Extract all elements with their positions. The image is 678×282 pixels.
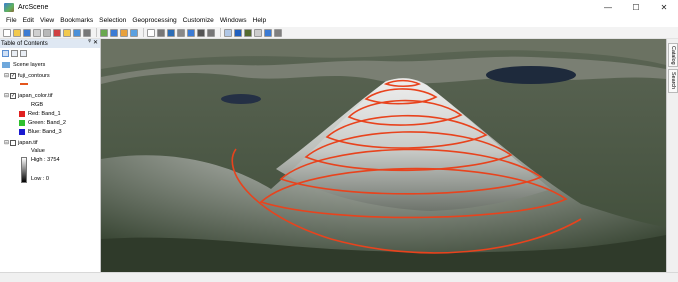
catalog-tab[interactable]: Catalog bbox=[668, 43, 678, 67]
layer-fuji-contours[interactable]: ⊟ ✓ fuji_contours bbox=[4, 72, 50, 79]
menu-view[interactable]: View bbox=[37, 17, 57, 24]
small-lake-shape bbox=[221, 94, 261, 104]
status-bar bbox=[0, 272, 678, 282]
band-label: Blue: Band_3 bbox=[28, 129, 62, 135]
band-label: Red: Band_1 bbox=[28, 111, 61, 117]
pan-icon[interactable] bbox=[187, 28, 195, 37]
select-features-icon[interactable] bbox=[207, 28, 215, 37]
band-blue-row[interactable]: Blue: Band_3 bbox=[19, 129, 62, 135]
search-tab-label: Search bbox=[670, 72, 676, 90]
zoom-in-icon[interactable] bbox=[167, 28, 175, 37]
main-toolbar bbox=[0, 27, 678, 39]
layer-japan-tif[interactable]: ⊟ japan.tif bbox=[4, 139, 38, 146]
band-label: Green: Band_2 bbox=[28, 120, 66, 126]
cut-icon[interactable] bbox=[43, 28, 51, 37]
elevation-color-ramp[interactable] bbox=[21, 157, 27, 183]
toc-toolbar bbox=[0, 48, 100, 58]
layer-japan-color[interactable]: ⊟ ✓ japan_color.tif bbox=[4, 92, 53, 99]
window-title: ArcScene bbox=[18, 3, 49, 11]
more-tools-icon[interactable] bbox=[274, 28, 282, 37]
layer-visibility-checkbox[interactable] bbox=[10, 139, 16, 146]
find-icon[interactable] bbox=[234, 28, 242, 37]
menu-windows[interactable]: Windows bbox=[217, 17, 250, 24]
legend-title: Value bbox=[31, 148, 45, 154]
layer-name: japan_color.tif bbox=[18, 92, 53, 99]
arcscene-app-icon bbox=[4, 2, 14, 12]
band-red-row[interactable]: Red: Band_1 bbox=[19, 111, 61, 117]
menu-edit[interactable]: Edit bbox=[20, 17, 37, 24]
scene-layers-icon bbox=[2, 62, 10, 68]
toolbar-separator bbox=[96, 28, 97, 37]
pin-icon[interactable]: ᵠ bbox=[88, 39, 91, 45]
menu-geoprocessing[interactable]: Geoprocessing bbox=[129, 17, 179, 24]
toc-close-icon[interactable]: ✕ bbox=[93, 39, 98, 46]
measure-icon[interactable] bbox=[244, 28, 252, 37]
table-of-contents-panel: Table of Contents ᵠ ✕ Scene layers ⊟ ✓ f… bbox=[0, 39, 101, 272]
toolbar-separator bbox=[143, 28, 144, 37]
layer-visibility-checkbox[interactable]: ✓ bbox=[10, 72, 16, 79]
toc-title: Table of Contents bbox=[1, 40, 48, 47]
right-dock: Catalog Search bbox=[666, 39, 678, 272]
full-extent-icon[interactable] bbox=[197, 28, 205, 37]
swipe-icon[interactable] bbox=[254, 28, 262, 37]
scene-viewport[interactable] bbox=[101, 39, 666, 272]
navigate-icon[interactable] bbox=[147, 28, 155, 37]
print-icon[interactable] bbox=[33, 28, 41, 37]
catalog-window-icon[interactable] bbox=[110, 28, 118, 37]
new-document-icon[interactable] bbox=[3, 28, 11, 37]
green-band-swatch bbox=[19, 120, 25, 126]
undo-icon[interactable] bbox=[63, 28, 71, 37]
minimize-button[interactable]: — bbox=[594, 0, 622, 14]
legend-low-label: Low : 0 bbox=[31, 176, 50, 182]
lake-shape bbox=[486, 66, 576, 84]
python-icon[interactable] bbox=[130, 28, 138, 37]
toolbar-separator bbox=[220, 28, 221, 37]
layer-visibility-checkbox[interactable]: ✓ bbox=[10, 92, 16, 99]
zoom-out-icon[interactable] bbox=[177, 28, 185, 37]
add-data-icon[interactable] bbox=[83, 28, 91, 37]
save-icon[interactable] bbox=[23, 28, 31, 37]
window-controls: — ☐ ✕ bbox=[594, 0, 678, 14]
menu-selection[interactable]: Selection bbox=[96, 17, 129, 24]
toolbox-icon[interactable] bbox=[120, 28, 128, 37]
scene-render bbox=[101, 39, 666, 272]
redo-icon[interactable] bbox=[73, 28, 81, 37]
band-green-row[interactable]: Green: Band_2 bbox=[19, 120, 66, 126]
title-bar: ArcScene — ☐ ✕ bbox=[0, 0, 678, 14]
close-button[interactable]: ✕ bbox=[650, 0, 678, 14]
scene-properties-icon[interactable] bbox=[100, 28, 108, 37]
fly-icon[interactable] bbox=[157, 28, 165, 37]
maximize-button[interactable]: ☐ bbox=[622, 0, 650, 14]
animation-icon[interactable] bbox=[264, 28, 272, 37]
search-tab[interactable]: Search bbox=[668, 69, 678, 93]
fuji-line-symbol[interactable] bbox=[20, 83, 28, 85]
menu-customize[interactable]: Customize bbox=[180, 17, 217, 24]
identify-icon[interactable] bbox=[224, 28, 232, 37]
delete-icon[interactable] bbox=[53, 28, 61, 37]
list-by-source-icon[interactable] bbox=[11, 49, 18, 57]
legend-high-label: High : 3754 bbox=[31, 157, 60, 163]
scene-layers-node[interactable]: Scene layers bbox=[2, 62, 45, 68]
menu-help[interactable]: Help bbox=[250, 17, 270, 24]
red-band-swatch bbox=[19, 111, 25, 117]
menu-file[interactable]: File bbox=[3, 17, 20, 24]
menu-bookmarks[interactable]: Bookmarks bbox=[57, 17, 96, 24]
renderer-label: RGB bbox=[31, 102, 44, 108]
open-icon[interactable] bbox=[13, 28, 21, 37]
layer-name: fuji_contours bbox=[18, 72, 50, 79]
layer-name: japan.tif bbox=[18, 139, 38, 146]
line-symbol-icon bbox=[20, 83, 28, 85]
list-by-visibility-icon[interactable] bbox=[20, 49, 27, 57]
menu-bar: File Edit View Bookmarks Selection Geopr… bbox=[0, 14, 678, 27]
catalog-tab-label: Catalog bbox=[670, 45, 676, 65]
list-by-drawing-order-icon[interactable] bbox=[2, 49, 9, 57]
blue-band-swatch bbox=[19, 129, 25, 135]
toc-header: Table of Contents ᵠ ✕ bbox=[0, 39, 100, 48]
scene-layers-label: Scene layers bbox=[13, 62, 46, 68]
